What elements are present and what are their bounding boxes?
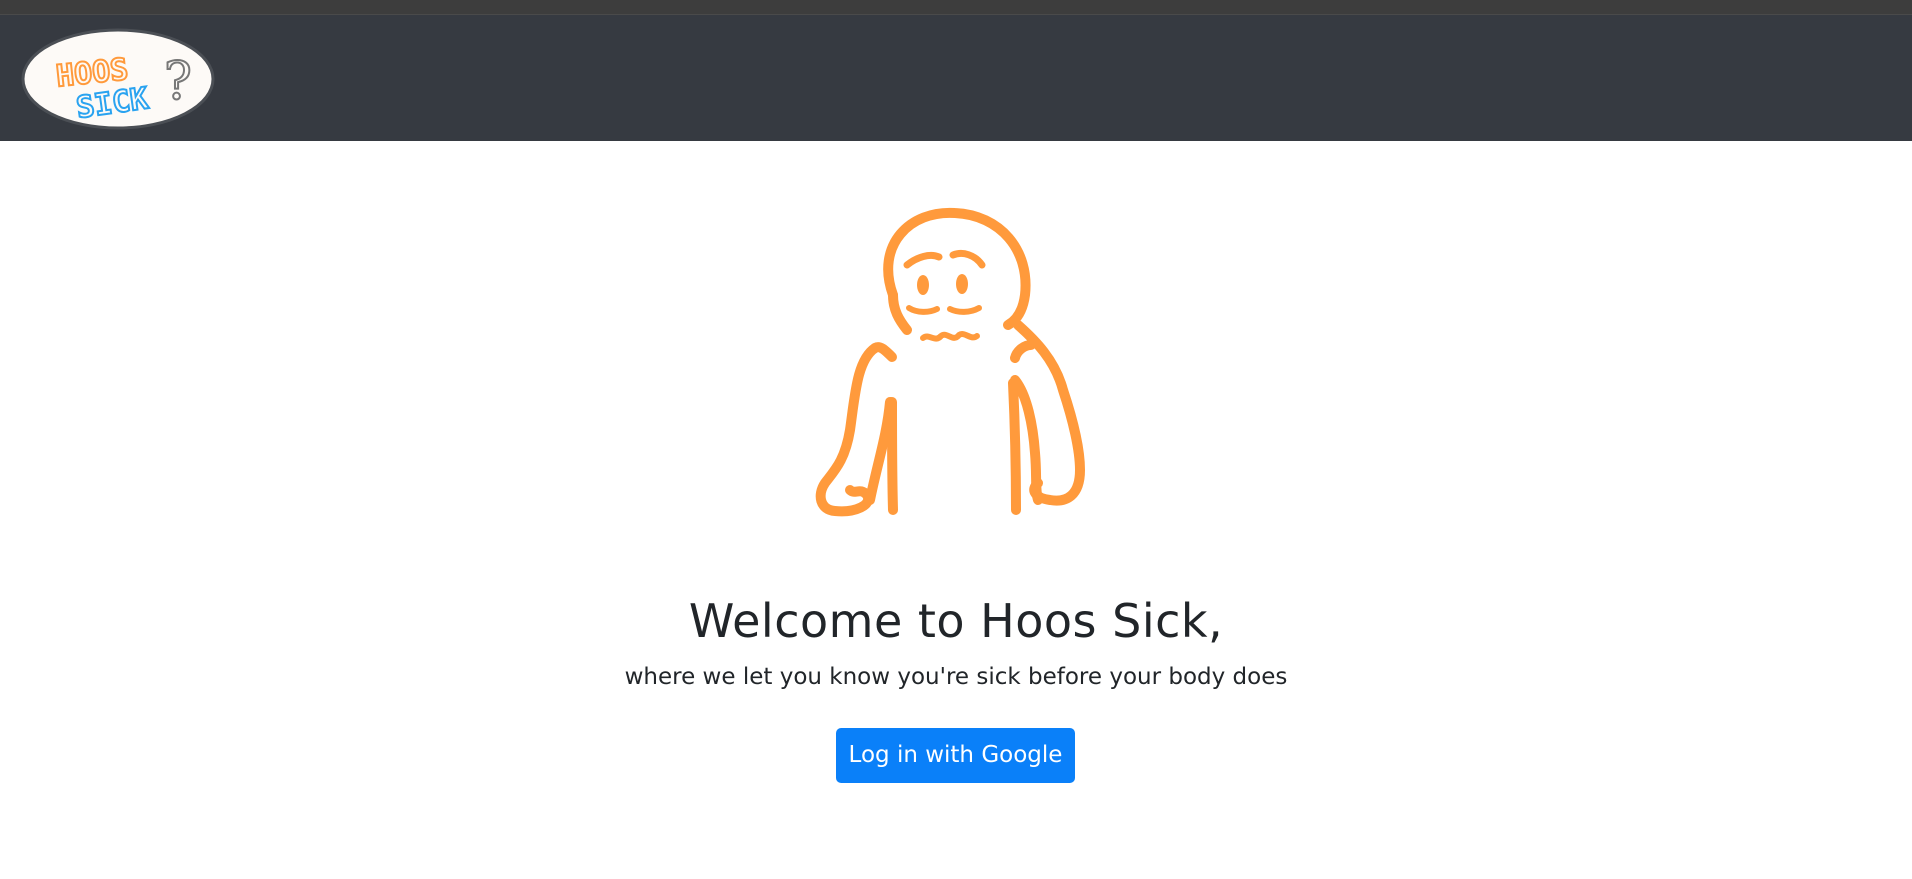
logo-question-mark: ?: [164, 52, 192, 112]
worried-person-icon: [815, 207, 1085, 517]
page-title: Welcome to Hoos Sick,: [688, 594, 1224, 648]
logo-link[interactable]: HOOS SICK ?: [20, 27, 216, 131]
google-login-button[interactable]: Log in with Google: [836, 728, 1075, 783]
hoos-sick-logo-icon: HOOS SICK ?: [21, 28, 215, 130]
page-subtitle: where we let you know you're sick before…: [624, 664, 1288, 690]
navbar: HOOS SICK ?: [0, 15, 1912, 141]
browser-top-strip: [0, 0, 1912, 15]
hero-illustration: [795, 205, 1115, 535]
